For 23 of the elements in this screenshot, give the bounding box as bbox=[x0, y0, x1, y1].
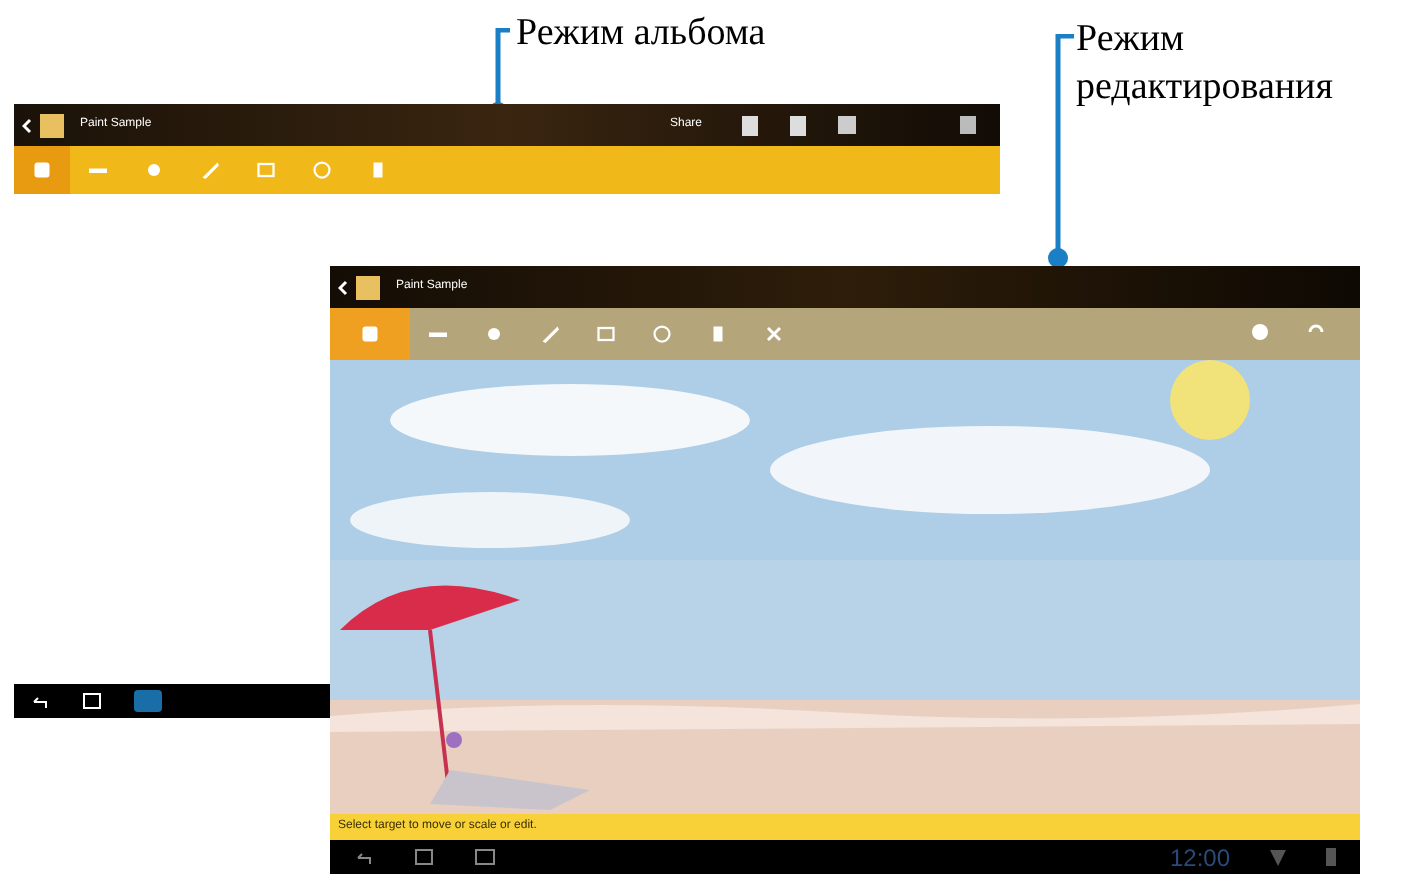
recent-apps-icon[interactable] bbox=[474, 848, 496, 866]
callout-label: Режим редактирования bbox=[1076, 16, 1335, 112]
tool-icon bbox=[538, 322, 562, 346]
home-icon[interactable] bbox=[414, 848, 434, 866]
tool-button[interactable] bbox=[330, 308, 410, 360]
app-icon bbox=[40, 113, 64, 137]
tool-icon bbox=[358, 322, 382, 346]
tool-icon bbox=[594, 322, 618, 346]
clock: 12:00 bbox=[1169, 841, 1230, 874]
tool-icon bbox=[198, 158, 222, 182]
tool-icon bbox=[762, 322, 786, 346]
tool-icon bbox=[30, 158, 54, 182]
tool-icon bbox=[482, 322, 506, 346]
tool-button[interactable] bbox=[14, 146, 70, 194]
tool-icon bbox=[254, 158, 278, 182]
page-icon[interactable] bbox=[742, 115, 758, 135]
tool-icon bbox=[142, 158, 166, 182]
callout-label: Режим альбома bbox=[516, 12, 766, 56]
back-icon[interactable] bbox=[354, 849, 374, 865]
app-icon bbox=[356, 275, 380, 299]
tool-icon bbox=[310, 158, 334, 182]
page-icon[interactable] bbox=[790, 115, 806, 135]
tool-icon bbox=[650, 322, 674, 346]
